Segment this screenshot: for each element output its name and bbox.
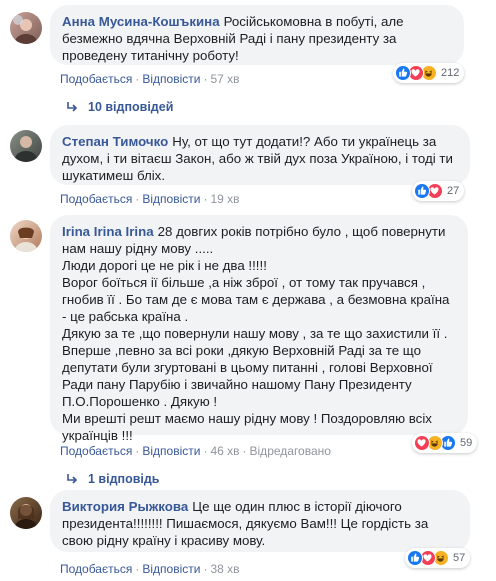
view-replies-button[interactable]: 10 відповідей [66,100,173,114]
like-link[interactable]: Подобається [60,562,132,576]
reply-link[interactable]: Відповісти [142,562,200,576]
reaction-summary[interactable]: 57 [405,548,471,568]
timestamp[interactable]: 57 хв [210,72,239,86]
avatar[interactable] [10,220,42,252]
reaction-count: 27 [447,185,460,197]
comment-author[interactable]: Виктория Рыжкова [62,499,188,514]
avatar[interactable] [10,12,42,44]
reaction-count: 212 [441,67,460,79]
comment-2: Степан Тимочко Ну, от що тут додати!? Або… [0,125,496,210]
replies-count: 1 відповідь [88,472,160,486]
timestamp[interactable]: 19 хв [210,192,239,206]
reply-arrow-icon [67,474,78,484]
love-reaction-icon [414,435,430,451]
comment-author[interactable]: Анна Мусина-Кошъкина [62,14,220,29]
comment-actions: Подобається · Відповісти · 19 хв [60,192,240,206]
comment-actions: Подобається · Відповісти · 57 хв [60,72,240,86]
reaction-count: 57 [453,552,466,564]
avatar[interactable] [10,130,42,162]
reaction-summary[interactable]: 59 [412,433,478,453]
reply-arrow-icon [67,102,78,112]
like-link[interactable]: Подобається [60,192,132,206]
reaction-summary[interactable]: 212 [393,63,465,83]
comment-bubble: Степан Тимочко Ну, от що тут додати!? Або… [50,125,470,185]
like-reaction-icon [395,65,411,81]
comment-bubble: Анна Мусина-Кошъкина Російськомовна в поб… [50,5,464,65]
avatar[interactable] [10,497,42,529]
like-link[interactable]: Подобається [60,444,132,458]
edited-label[interactable]: Відредаговано [250,444,331,458]
comment-actions: Подобається · Відповісти · 46 хв · Відредагова… [60,444,331,458]
comment-author[interactable]: Степан Тимочко [62,134,168,149]
like-reaction-icon [407,550,423,566]
comment-actions: Подобається · Відповісти · 38 хв [60,562,240,576]
comment-bubble: Виктория Рыжкова Це ще один плюс в історі… [50,490,470,552]
timestamp[interactable]: 46 хв [210,444,239,458]
comment-3: Irina Irina Irina 28 довгих років потрібн… [0,215,496,486]
comment-bubble: Irina Irina Irina 28 довгих років потрібн… [50,215,468,443]
reply-link[interactable]: Відповісти [142,444,200,458]
replies-count: 10 відповідей [88,100,174,114]
reply-link[interactable]: Відповісти [142,192,200,206]
reaction-summary[interactable]: 27 [412,181,465,201]
like-reaction-icon [414,183,430,199]
comment-4: Виктория Рыжкова Це ще один плюс в історі… [0,490,496,581]
like-link[interactable]: Подобається [60,72,132,86]
reaction-count: 59 [460,437,473,449]
comment-text: 28 довгих років потрібно було , щоб пове… [62,224,450,443]
reply-link[interactable]: Відповісти [142,72,200,86]
comment-author[interactable]: Irina Irina Irina [62,224,154,239]
timestamp[interactable]: 38 хв [210,562,239,576]
view-replies-button[interactable]: 1 відповідь [66,472,159,486]
comment-1: Анна Мусина-Кошъкина Російськомовна в поб… [0,0,496,114]
